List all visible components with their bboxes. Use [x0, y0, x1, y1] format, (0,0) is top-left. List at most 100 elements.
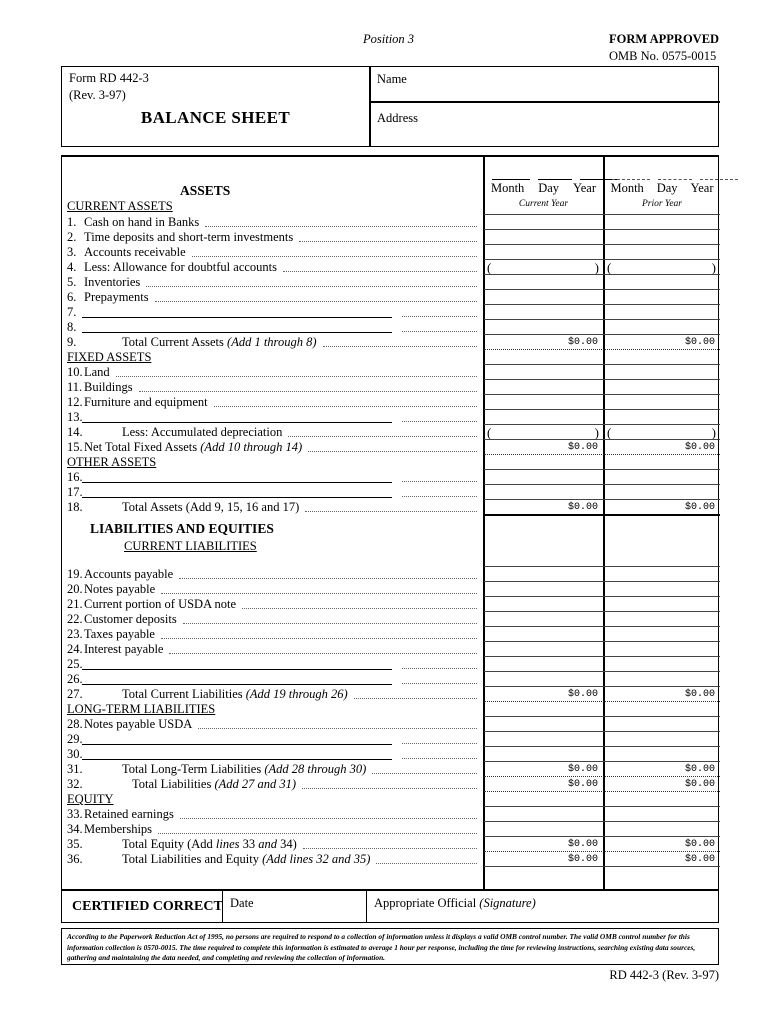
current-value-cell-21[interactable] — [484, 597, 603, 612]
prior-value-cell-6[interactable] — [604, 290, 720, 305]
current-value-cell-11[interactable] — [484, 380, 603, 395]
current-value-cell-8[interactable] — [484, 320, 603, 335]
prior-value-cell-32[interactable]: $0.00 — [604, 777, 720, 792]
current-value-cell-9[interactable]: $0.00 — [484, 335, 603, 350]
current-value-cell-36[interactable]: $0.00 — [484, 852, 603, 867]
write-in-line-17[interactable] — [82, 497, 392, 499]
prior-value-cell-9[interactable]: $0.00 — [604, 335, 720, 350]
prior-value-cell-11[interactable] — [604, 380, 720, 395]
fixed-assets-heading: FIXED ASSETS — [67, 350, 152, 364]
current-value-cell-27[interactable]: $0.00 — [484, 687, 603, 702]
current-value-cell-26[interactable] — [484, 672, 603, 687]
write-in-line-29[interactable] — [82, 744, 392, 746]
prior-value-cell-18[interactable]: $0.00 — [604, 500, 720, 515]
prior-value-cell-31[interactable]: $0.00 — [604, 762, 720, 777]
current-paren-cell-14[interactable]: () — [484, 425, 603, 440]
paren-close: ) — [711, 260, 716, 275]
prior-value-cell-7[interactable] — [604, 305, 720, 320]
current-value-cell-24[interactable] — [484, 642, 603, 657]
prior-value-cell-2[interactable] — [604, 230, 720, 245]
prior-value-cell-26[interactable] — [604, 672, 720, 687]
write-in-line-7[interactable] — [82, 317, 392, 319]
current-value-cell-34[interactable] — [484, 822, 603, 837]
prior-value-cell-10[interactable] — [604, 365, 720, 380]
prior-value-cell-19[interactable] — [604, 567, 720, 582]
current-value-cell-16[interactable] — [484, 470, 603, 485]
current-value-cell-25[interactable] — [484, 657, 603, 672]
line-label-10: Land — [84, 365, 110, 379]
current-value-cell-7[interactable] — [484, 305, 603, 320]
current-value-cell-3[interactable] — [484, 245, 603, 260]
prior-value-cell-21[interactable] — [604, 597, 720, 612]
prior-value-cell-29[interactable] — [604, 732, 720, 747]
line-number-30: 30. — [67, 747, 83, 761]
leader-15 — [308, 451, 477, 452]
current-value-cell-29[interactable] — [484, 732, 603, 747]
current-value-cell-23[interactable] — [484, 627, 603, 642]
prior-value-cell-15[interactable]: $0.00 — [604, 440, 720, 455]
prior-paren-cell-4[interactable]: () — [604, 260, 720, 275]
line-label-15: Net Total Fixed Assets (Add 10 through 1… — [84, 440, 303, 454]
prior-value-cell-25[interactable] — [604, 657, 720, 672]
prior-value-cell-12[interactable] — [604, 395, 720, 410]
section-gap-rule-4 — [484, 806, 720, 808]
line-number-36: 36. — [67, 852, 83, 866]
prior-value-cell-27[interactable]: $0.00 — [604, 687, 720, 702]
prior-value-cell-28[interactable] — [604, 717, 720, 732]
leader-23 — [160, 638, 477, 639]
prior-value-cell-36[interactable]: $0.00 — [604, 852, 720, 867]
current-value-cell-33[interactable] — [484, 807, 603, 822]
current-value-cell-17[interactable] — [484, 485, 603, 500]
prior-value-cell-8[interactable] — [604, 320, 720, 335]
line-label-33: Retained earnings — [84, 807, 174, 821]
prior-value-cell-22[interactable] — [604, 612, 720, 627]
prior-value-cell-13[interactable] — [604, 410, 720, 425]
line-number-35: 35. — [67, 837, 83, 851]
leader-22 — [182, 623, 477, 624]
prior-value-cell-23[interactable] — [604, 627, 720, 642]
write-in-line-16[interactable] — [82, 482, 392, 484]
current-value-cell-19[interactable] — [484, 567, 603, 582]
prior-value-cell-20[interactable] — [604, 582, 720, 597]
current-value-cell-2[interactable] — [484, 230, 603, 245]
write-in-line-30[interactable] — [82, 759, 392, 761]
current-paren-cell-4[interactable]: () — [484, 260, 603, 275]
prior-value-cell-17[interactable] — [604, 485, 720, 500]
row-rule-22 — [484, 626, 720, 628]
current-value-cell-22[interactable] — [484, 612, 603, 627]
current-value-cell-32[interactable]: $0.00 — [484, 777, 603, 792]
prior-value-cell-5[interactable] — [604, 275, 720, 290]
current-value-cell-13[interactable] — [484, 410, 603, 425]
prior-value-cell-3[interactable] — [604, 245, 720, 260]
current-value-cell-31[interactable]: $0.00 — [484, 762, 603, 777]
prior-paren-cell-14[interactable]: () — [604, 425, 720, 440]
line-item-26: 26. — [62, 672, 483, 687]
prior-value-cell-1[interactable] — [604, 215, 720, 230]
prior-value-cell-35[interactable]: $0.00 — [604, 837, 720, 852]
prior-value-cell-16[interactable] — [604, 470, 720, 485]
write-in-line-25[interactable] — [82, 669, 392, 671]
prior-value-cell-24[interactable] — [604, 642, 720, 657]
write-in-line-8[interactable] — [82, 332, 392, 334]
current-value-cell-10[interactable] — [484, 365, 603, 380]
write-in-line-13[interactable] — [82, 422, 392, 424]
current-value-cell-20[interactable] — [484, 582, 603, 597]
prior-value-cell-33[interactable] — [604, 807, 720, 822]
current-value-cell-1[interactable] — [484, 215, 603, 230]
line-number-10: 10. — [67, 365, 83, 379]
current-value-cell-18[interactable]: $0.00 — [484, 500, 603, 515]
current-value-cell-28[interactable] — [484, 717, 603, 732]
prior-value-cell-34[interactable] — [604, 822, 720, 837]
paren-close: ) — [711, 425, 716, 440]
current-value-cell-35[interactable]: $0.00 — [484, 837, 603, 852]
leader-36 — [376, 863, 477, 864]
current-value-cell-30[interactable] — [484, 747, 603, 762]
current-value-cell-12[interactable] — [484, 395, 603, 410]
line-label-3: Accounts receivable — [84, 245, 186, 259]
current-value-cell-5[interactable] — [484, 275, 603, 290]
current-value-cell-6[interactable] — [484, 290, 603, 305]
leader-5 — [146, 286, 477, 287]
current-value-cell-15[interactable]: $0.00 — [484, 440, 603, 455]
write-in-line-26[interactable] — [82, 684, 392, 686]
prior-value-cell-30[interactable] — [604, 747, 720, 762]
